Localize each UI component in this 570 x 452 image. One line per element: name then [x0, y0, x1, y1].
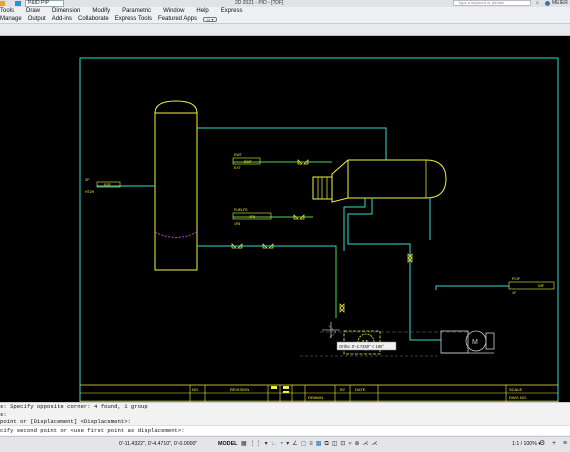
tab-collaborate[interactable]: Collaborate	[78, 15, 109, 24]
command-history-line: s: Specify opposite corner: 4 found, 1 g…	[0, 403, 148, 410]
drawing-canvas[interactable]: 2F 02F HT2H EWT EWT EXT FUELFS 1F8 1F8 P…	[0, 36, 570, 402]
menu-express[interactable]: Express	[221, 7, 243, 15]
pid-drawing: 2F 02F HT2H EWT EWT EXT FUELFS 1F8 1F8 P…	[79, 57, 559, 402]
discharge-line	[435, 285, 509, 290]
tab-manage[interactable]: Manage	[0, 15, 22, 24]
polar-icon[interactable]: ◔	[280, 440, 284, 448]
command-prompt-text: cify second point or <use first point as…	[0, 427, 185, 434]
plus-icon[interactable]: +	[552, 439, 556, 448]
fuel-tag: FUELFS	[234, 208, 248, 212]
ewt-sub-label: EXT	[234, 166, 242, 170]
vessel-drain-line-2	[347, 198, 411, 264]
ewt-tag: EWT	[234, 153, 243, 157]
status-bar: 0'-11.4322", 0'-4.4710", 0'-0.0000" MODE…	[0, 436, 570, 452]
tab-output[interactable]: Output	[28, 15, 46, 24]
username-label[interactable]: MEIER	[552, 0, 568, 6]
lineweight-icon[interactable]: ≡	[309, 440, 313, 448]
fuel-sub-label: 1F8	[234, 222, 240, 226]
title-bar: P&ID PIP 2D 2021 - PID - [?DF] Type a ke…	[0, 0, 570, 7]
crosshair-cursor	[322, 322, 340, 338]
tab-featured-apps[interactable]: Featured Apps	[158, 15, 197, 24]
ortho-tooltip-text: Ortho: 0'-4.7450" < 180°	[339, 344, 384, 349]
fuel-box-label: 1F8	[249, 215, 255, 219]
tb-dwg-no: DWG NO.	[509, 395, 527, 400]
filter-icon[interactable]: ▿	[348, 440, 351, 448]
menu-help[interactable]: Help	[196, 7, 208, 15]
liquid-interface-line	[154, 231, 198, 238]
inlet-sub-label: HT2H	[85, 190, 95, 194]
transparency-icon[interactable]: ▩	[316, 440, 322, 448]
command-input[interactable]: cify second point or <use first point as…	[0, 425, 570, 435]
osnap-icon[interactable]: ▢	[301, 440, 307, 448]
tb-by: BY	[340, 387, 346, 392]
ewt-line: EWT EWT EXT	[232, 153, 332, 170]
outlet-sub-label: 1F	[512, 291, 516, 295]
outlet-tag: PCIF	[512, 277, 520, 281]
infer-icon[interactable]: ▾	[265, 440, 268, 448]
annotation-scale[interactable]: 1:1 / 100% ▾	[512, 440, 541, 448]
search-icon[interactable]: ⌕	[536, 0, 539, 6]
pump2-motor-label: M	[472, 339, 478, 346]
title-block: NO. REVISION BY DATE DRAWN SCALE DWG NO.	[80, 384, 558, 402]
ribbon-tabs: Manage Output Add-ins Collaborate Expres…	[0, 15, 570, 24]
ribbon-toggle-button[interactable]: ▭ ▾	[203, 16, 218, 22]
annotation-visibility-icon[interactable]: ⋌	[363, 440, 369, 448]
autoscale-icon[interactable]: ⋌	[372, 440, 378, 448]
sheet-border	[79, 57, 559, 402]
tb-scale: SCALE	[509, 387, 522, 392]
pump2-suction-line	[409, 264, 441, 341]
ribbon-panel-collapsed	[0, 24, 570, 36]
isodraft-icon[interactable]: ▾	[286, 440, 289, 448]
3dosnap-icon[interactable]: ◫	[332, 440, 338, 448]
workspace-dropdown[interactable]: P&ID PIP	[25, 0, 65, 7]
window-title: 2D 2021 - PID - [?DF]	[235, 0, 284, 6]
command-line: s: Specify opposite corner: 4 found, 1 g…	[0, 402, 570, 436]
pump-2[interactable]: M	[440, 330, 495, 354]
inlet-tag: 2F	[85, 177, 90, 182]
tb-drawn: DRAWN	[308, 395, 323, 400]
cursor-coordinates[interactable]: 0'-11.4322", 0'-4.4710", 0'-0.0000"	[119, 440, 197, 448]
vessel-drain-line-1	[343, 198, 366, 251]
column-vessel[interactable]	[154, 100, 198, 271]
overhead-line	[197, 127, 387, 160]
ortho-tooltip: Ortho: 0'-4.7450" < 180°	[336, 341, 397, 351]
tab-express-tools[interactable]: Express Tools	[115, 15, 152, 24]
dynucs-icon[interactable]: ⊡	[340, 440, 345, 448]
tb-no: NO.	[192, 387, 199, 392]
workspace-icon	[15, 1, 21, 6]
inlet-box-label: 02F	[104, 182, 111, 187]
status-toggles: ▦ ⋮⋮ ▾ ∟ ◔ ▾ ∠ ▢ ≡ ▩ ⧉ ◫ ⊡ ▿ ⊕ ⋌ ⋌	[241, 440, 378, 448]
inlet-line: 2F 02F HT2H	[85, 177, 155, 194]
user-icon[interactable]	[545, 1, 550, 6]
ortho-icon[interactable]: ∟	[271, 440, 277, 448]
gizmo-icon[interactable]: ⊕	[354, 440, 359, 448]
bottoms-line	[197, 243, 337, 318]
outlet-box-label: 03F	[538, 284, 544, 288]
tb-date: DATE	[355, 387, 366, 392]
outlet-label: PCIF 03F 1F	[508, 277, 555, 295]
quick-access-toolbar: P&ID PIP	[0, 0, 65, 7]
command-history-line: s:	[0, 410, 7, 418]
gear-icon[interactable]: ⚙	[539, 439, 545, 448]
model-space-button[interactable]: MODEL	[218, 440, 237, 448]
grid-icon[interactable]: ▦	[241, 440, 247, 448]
customization-menu-icon[interactable]: ≡	[563, 439, 567, 448]
ewt-box-label: EWT	[244, 160, 253, 164]
quick-access-folder-icon[interactable]	[0, 1, 5, 6]
selection-cycling-icon[interactable]: ⧉	[324, 440, 328, 448]
horizontal-vessel[interactable]	[312, 159, 447, 203]
track-icon[interactable]: ∠	[292, 440, 297, 448]
tab-add-ins[interactable]: Add-ins	[52, 15, 72, 24]
help-search-input[interactable]: Type a keyword or phrase	[453, 0, 531, 6]
tb-revision: REVISION	[230, 387, 249, 392]
fuel-line: FUELFS 1F8 1F8	[232, 208, 313, 226]
snap-icon[interactable]: ⋮⋮	[250, 440, 262, 448]
